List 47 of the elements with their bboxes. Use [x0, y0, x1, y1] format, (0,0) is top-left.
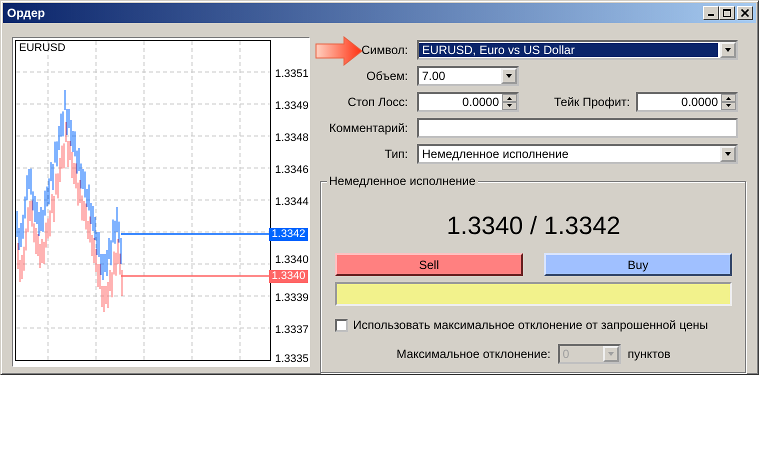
window-title: Ордер: [7, 6, 46, 20]
spin-buttons-icon[interactable]: [721, 94, 736, 110]
price-label: 1.3351: [275, 68, 309, 81]
field-label: Комментарий:: [328, 121, 408, 135]
price-label: 1.3339: [275, 292, 309, 305]
price-label: 1.3337: [275, 324, 309, 337]
price-label: 1.3335: [275, 353, 309, 366]
quote-price: 1.3340 / 1.3342: [446, 211, 622, 242]
field-label: Символ:: [360, 43, 408, 57]
field-value: 7.00: [421, 69, 446, 83]
unit-label: пунктов: [628, 347, 671, 361]
spin-buttons-icon[interactable]: [502, 94, 517, 110]
price-label: 1.3344: [275, 196, 309, 209]
take-profit-field[interactable]: 0.0000: [636, 92, 738, 112]
price-label: 1.3346: [275, 164, 309, 177]
maximize-button[interactable]: [719, 6, 735, 20]
volume-select[interactable]: 7.00: [417, 66, 519, 86]
price-label: 1.3340: [275, 254, 309, 267]
field-label: Тейк Профит:: [554, 95, 629, 109]
field-value: EURUSD, Euro vs US Dollar: [419, 43, 718, 57]
order-type-select[interactable]: Немедленное исполнение: [417, 144, 738, 164]
checkbox[interactable]: [335, 318, 348, 332]
stop-loss-field[interactable]: 0.0000: [417, 92, 519, 112]
field-value: 0.0000: [461, 95, 500, 109]
field-value: Немедленное исполнение: [421, 147, 570, 161]
comment-field[interactable]: [417, 118, 738, 138]
arrow-icon: [315, 36, 363, 69]
symbol-select[interactable]: EURUSD, Euro vs US Dollar: [417, 40, 738, 60]
ask-price-tag: 1.3342: [269, 228, 308, 241]
price-label: 1.3348: [275, 132, 309, 145]
bid-price-tag: 1.3340: [269, 270, 308, 283]
field-label: Тип:: [384, 147, 408, 161]
field-label: Объем:: [365, 69, 408, 83]
price-label: 1.3349: [275, 100, 309, 113]
checkbox-label: Использовать максимальное отклонение от запрошенной цены: [353, 318, 708, 332]
sell-button[interactable]: Sell: [335, 253, 523, 276]
chart-symbol: EURUSD: [19, 42, 66, 54]
group-title: Немедленное исполнение: [327, 174, 478, 188]
close-icon: [741, 9, 749, 17]
field-value: 0.0000: [680, 95, 719, 109]
buy-button[interactable]: Buy: [544, 253, 732, 276]
maximize-icon: [723, 9, 731, 17]
field-label: Максимальное отклонение:: [396, 347, 551, 361]
minimize-button[interactable]: [703, 6, 719, 20]
field-label: Стоп Лосс:: [346, 95, 408, 109]
close-button[interactable]: [737, 6, 753, 20]
minimize-icon: [708, 14, 714, 16]
